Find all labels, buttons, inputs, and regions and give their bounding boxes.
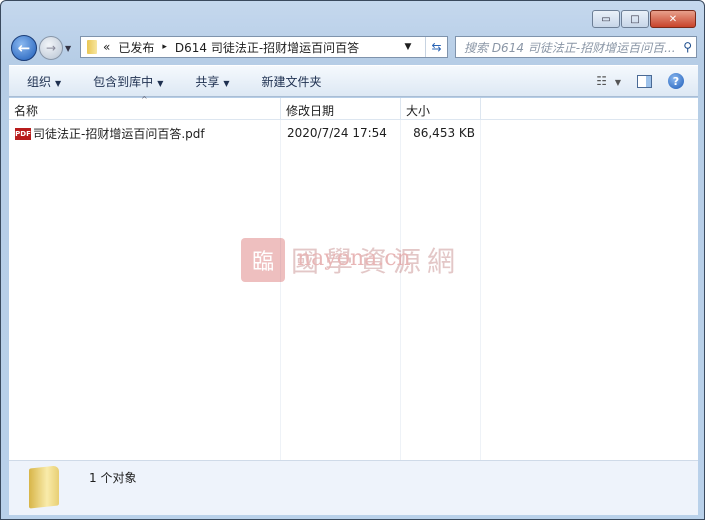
breadcrumb-segment[interactable]: D614 司徒法正-招财增运百问百答 [175,39,359,56]
item-count: 1 个对象 [89,471,137,485]
view-options-icon[interactable]: ☷ ▼ [596,74,621,88]
preview-pane-icon[interactable] [637,74,652,88]
folder-icon [87,40,97,54]
refresh-icon[interactable]: ⇆ [425,37,447,57]
file-name: 司徒法正-招财增运百问百答.pdf [33,126,205,141]
organize-button[interactable]: 组织 ▼ [9,73,75,90]
search-placeholder: 搜索 D614 司徒法正-招财增运百问百... [464,40,676,55]
file-size: 86,453 KB [413,126,475,140]
new-folder-button[interactable]: 新建文件夹 [244,73,336,90]
file-list: ^ 名称 修改日期 大小 PDF 司徒法正-招财增运百问百答.pdf 2020/7/… [9,95,698,460]
share-button[interactable]: 共享 ▼ [177,73,243,90]
folder-icon [29,465,59,509]
address-dropdown[interactable]: ▼ [399,42,417,52]
minimize-button[interactable]: ▭ [592,10,620,28]
breadcrumb-separator[interactable]: ▸ [162,42,167,52]
column-header-name[interactable]: ^ 名称 [9,95,281,119]
forward-button[interactable]: → [39,36,63,60]
maximize-button[interactable]: □ [621,10,649,28]
search-input[interactable]: 搜索 D614 司徒法正-招财增运百问百... ⚲ [455,36,697,58]
address-overflow[interactable]: « [103,40,110,54]
column-header-size[interactable]: 大小 [401,98,481,119]
column-header-date[interactable]: 修改日期 [281,98,401,119]
search-icon[interactable]: ⚲ [683,40,692,54]
details-pane: 1 个对象 [9,460,698,515]
command-bar: 组织 ▼ 包含到库中 ▼ 共享 ▼ 新建文件夹 ☷ ▼ ? [9,65,698,97]
back-button[interactable]: ← [11,35,37,61]
sort-ascending-icon: ^ [141,95,148,104]
include-in-library-button[interactable]: 包含到库中 ▼ [75,73,177,90]
pdf-icon: PDF [15,128,31,140]
file-date: 2020/7/24 17:54 [287,126,387,140]
help-icon[interactable]: ? [668,73,684,89]
close-button[interactable]: ✕ [650,10,696,28]
watermark-logo: 臨 國學資源網 nayona.cn [241,238,461,282]
address-bar[interactable]: « 已发布 ▸ D614 司徒法正-招财增运百问百答 ▼ ⇆ [80,36,448,58]
recent-pages-dropdown[interactable]: ▼ [65,44,71,53]
file-row[interactable]: PDF 司徒法正-招财增运百问百答.pdf 2020/7/24 17:54 86,… [9,123,698,143]
breadcrumb-segment[interactable]: 已发布 [118,39,154,56]
explorer-window: ▭ □ ✕ ← → ▼ « 已发布 ▸ D614 司徒法正-招财增运百问百答 ▼… [0,0,705,520]
